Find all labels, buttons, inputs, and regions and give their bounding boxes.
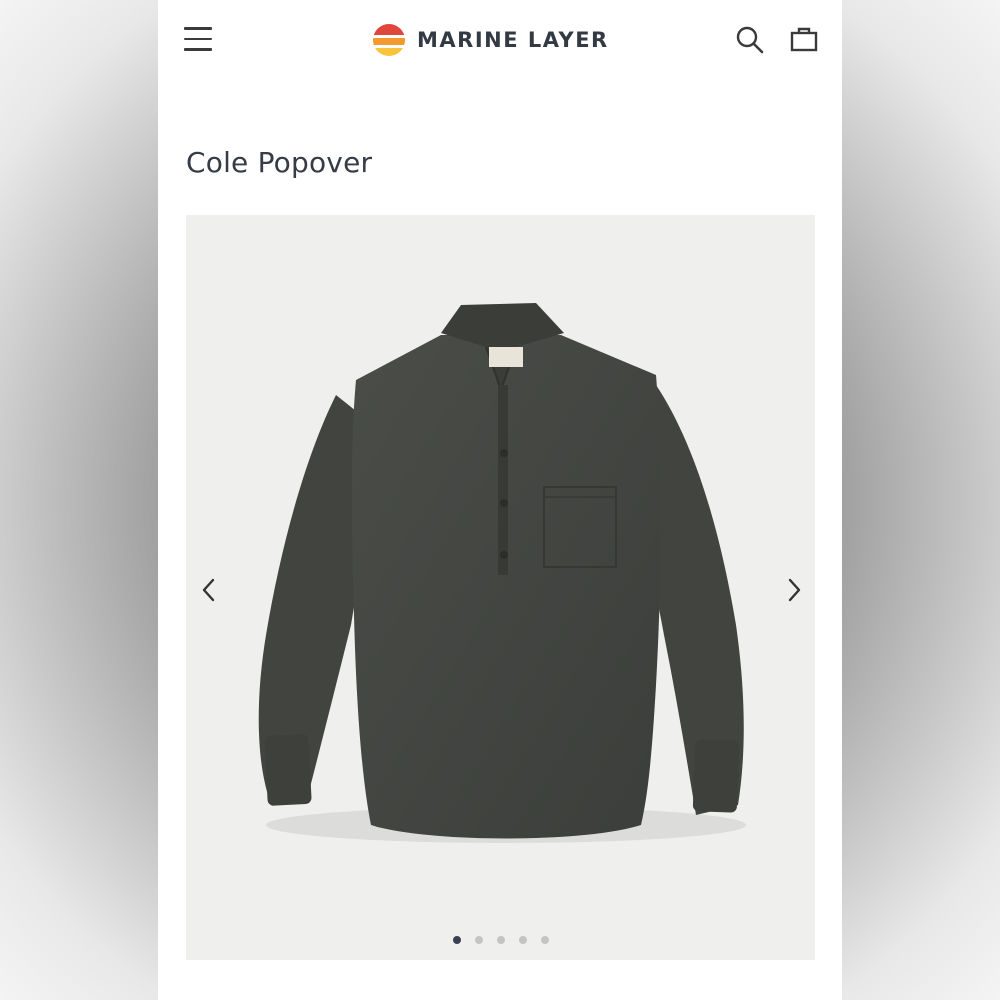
brand-logo[interactable]: MARINE LAYER — [373, 24, 609, 56]
site-header: MARINE LAYER — [158, 0, 842, 82]
gallery-dot[interactable] — [474, 936, 483, 944]
gallery-dot[interactable] — [496, 936, 505, 944]
phone-screen: MARINE LAYER Cole Popover — [158, 0, 842, 1000]
search-icon[interactable] — [734, 24, 766, 56]
gallery-dot[interactable] — [452, 936, 461, 944]
brand-name: MARINE LAYER — [417, 28, 609, 52]
chevron-left-icon[interactable] — [195, 575, 223, 605]
gallery-dot[interactable] — [518, 936, 527, 944]
product-image-gallery[interactable] — [186, 215, 815, 960]
gallery-dot[interactable] — [540, 936, 549, 944]
shirt-product-image — [258, 303, 746, 843]
sunset-logo-icon — [373, 24, 405, 56]
hamburger-menu-icon[interactable] — [184, 27, 212, 51]
product-title: Cole Popover — [186, 146, 373, 179]
chevron-right-icon[interactable] — [780, 575, 808, 605]
gallery-pagination — [186, 929, 815, 948]
shopping-bag-icon[interactable] — [788, 24, 820, 56]
